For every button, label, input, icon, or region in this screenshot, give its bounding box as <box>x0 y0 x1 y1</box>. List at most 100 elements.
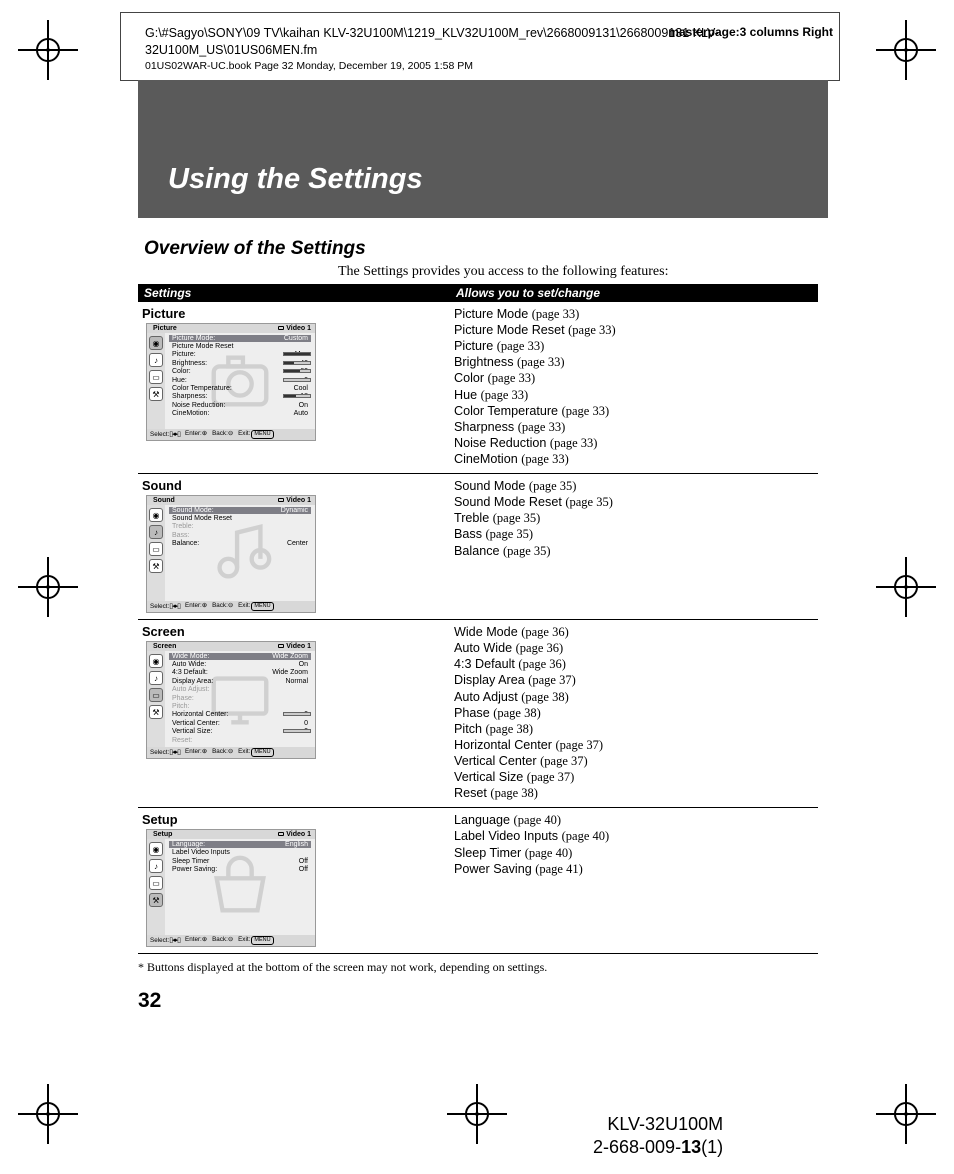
osd-source: Video 1 <box>278 643 311 650</box>
osd-row-label: Brightness: <box>172 360 207 368</box>
feature-item: CineMotion (page 33) <box>454 451 814 467</box>
page-number: 32 <box>138 989 828 1013</box>
osd-row-label: Reset: <box>172 737 192 745</box>
osd-row-label: Balance: <box>172 540 199 548</box>
chapter-banner: Using the Settings <box>138 80 828 218</box>
doc-number: 2-668-009-13(1) <box>593 1136 723 1159</box>
osd-row-label: Auto Wide: <box>172 661 206 669</box>
osd-tab-icon: ◉ <box>149 508 163 522</box>
page-ref: (page 33) <box>481 388 529 402</box>
osd-row: Color:60 <box>169 368 311 376</box>
feature-label: Picture Mode Reset <box>454 323 565 337</box>
settings-cell: Setup Setup Video 1 ◉♪▭⚒ Language:Englis… <box>138 808 450 954</box>
feature-item: Label Video Inputs (page 40) <box>454 828 814 844</box>
osd-tab-icon: ◉ <box>149 654 163 668</box>
osd-tab-icon: ♪ <box>149 353 163 367</box>
osd-row-label: Sharpness: <box>172 393 207 401</box>
osd-screenshot: Sound Video 1 ◉♪▭⚒ Sound Mode:Dynamic So… <box>146 495 316 613</box>
osd-row-label: Vertical Center: <box>172 720 220 728</box>
osd-row: Sleep TimerOff <box>169 858 311 866</box>
page-ref: (page 33) <box>550 436 598 450</box>
osd-row: Picture:Max <box>169 351 311 359</box>
page-ref: (page 33) <box>521 452 569 466</box>
osd-panel: Sound Mode:Dynamic Sound Mode ResetTrebl… <box>165 505 315 601</box>
features-cell: Language (page 40)Label Video Inputs (pa… <box>450 808 818 954</box>
osd-row-label: Picture: <box>172 351 196 359</box>
osd-row-value: 0 <box>304 720 308 728</box>
osd-title: Setup <box>153 831 172 838</box>
osd-screenshot: Picture Video 1 ◉♪▭⚒ Picture Mode:Custom… <box>146 323 316 441</box>
feature-label: Label Video Inputs <box>454 829 558 843</box>
osd-row-label: Bass: <box>172 532 190 540</box>
setting-name: Picture <box>142 306 446 321</box>
feature-item: Sharpness (page 33) <box>454 419 814 435</box>
feature-item: Color (page 33) <box>454 370 814 386</box>
feature-item: Noise Reduction (page 33) <box>454 435 814 451</box>
features-cell: Sound Mode (page 35)Sound Mode Reset (pa… <box>450 474 818 620</box>
osd-highlight-row: Wide Mode:Wide Zoom <box>169 653 311 660</box>
page-ref: (page 37) <box>540 754 588 768</box>
osd-titlebar: Sound Video 1 <box>147 496 315 505</box>
osd-row-label: Color: <box>172 368 191 376</box>
feature-item: Vertical Size (page 37) <box>454 769 814 785</box>
osd-highlight-row: Picture Mode:Custom <box>169 335 311 342</box>
osd-row-label: 4:3 Default: <box>172 669 208 677</box>
osd-row-label: Power Saving: <box>172 866 217 874</box>
col-header-allows: Allows you to set/change <box>450 284 818 302</box>
crop-mark-icon <box>894 1102 918 1126</box>
feature-label: Color <box>454 371 484 385</box>
crop-mark-icon <box>36 38 60 62</box>
feature-label: Sleep Timer <box>454 846 521 860</box>
osd-tab-icon: ⚒ <box>149 559 163 573</box>
feature-label: Bass <box>454 527 482 541</box>
osd-tab-icon: ◉ <box>149 336 163 350</box>
page-ref: (page 40) <box>562 829 610 843</box>
crop-mark-icon <box>36 575 60 599</box>
osd-screenshot: Screen Video 1 ◉♪▭⚒ Wide Mode:Wide Zoom … <box>146 641 316 759</box>
feature-label: Power Saving <box>454 862 532 876</box>
osd-tab-icon: ⚒ <box>149 387 163 401</box>
feature-item: Sound Mode (page 35) <box>454 478 814 494</box>
feature-label: Vertical Center <box>454 754 537 768</box>
osd-row-label: Horizontal Center: <box>172 711 228 719</box>
osd-row: Hue:0 <box>169 377 311 385</box>
osd-panel: Language:English Label Video InputsSleep… <box>165 839 315 935</box>
feature-item: Color Temperature (page 33) <box>454 403 814 419</box>
feature-item: Sleep Timer (page 40) <box>454 845 814 861</box>
osd-tab-icon: ◉ <box>149 842 163 856</box>
page-ref: (page 33) <box>532 307 580 321</box>
page-ref: (page 40) <box>514 813 562 827</box>
section-title: Overview of the Settings <box>144 238 828 260</box>
crop-mark-icon <box>465 1102 489 1126</box>
feature-label: Vertical Size <box>454 770 523 784</box>
page-ref: (page 38) <box>493 706 541 720</box>
feature-item: Pitch (page 38) <box>454 721 814 737</box>
page-ref: (page 36) <box>516 641 564 655</box>
osd-tabstrip: ◉♪▭⚒ <box>147 839 165 935</box>
feature-item: Sound Mode Reset (page 35) <box>454 494 814 510</box>
feature-label: Display Area <box>454 673 525 687</box>
page-ref: (page 33) <box>488 371 536 385</box>
feature-item: Phase (page 38) <box>454 705 814 721</box>
crop-mark-icon <box>36 1102 60 1126</box>
osd-row: Power Saving:Off <box>169 866 311 874</box>
page-ref: (page 40) <box>525 846 573 860</box>
feature-label: Reset <box>454 786 487 800</box>
page-ref: (page 35) <box>503 544 551 558</box>
input-icon <box>278 644 284 648</box>
page-ref: (page 37) <box>528 673 576 687</box>
page-ref: (page 35) <box>529 479 577 493</box>
table-row: Setup Setup Video 1 ◉♪▭⚒ Language:Englis… <box>138 808 818 954</box>
osd-row: Color Temperature:Cool <box>169 385 311 393</box>
osd-row-label: Auto Adjust: <box>172 686 209 694</box>
feature-label: Balance <box>454 544 500 558</box>
osd-panel: Picture Mode:Custom Picture Mode ResetPi… <box>165 333 315 429</box>
feature-label: Wide Mode <box>454 625 518 639</box>
feature-item: Treble (page 35) <box>454 510 814 526</box>
osd-row: Auto Wide:On <box>169 661 311 669</box>
osd-row: Label Video Inputs <box>169 849 311 857</box>
crop-mark-icon <box>894 38 918 62</box>
doc-footer: KLV-32U100M 2-668-009-13(1) <box>593 1113 723 1158</box>
feature-item: Brightness (page 33) <box>454 354 814 370</box>
features-cell: Wide Mode (page 36)Auto Wide (page 36)4:… <box>450 620 818 808</box>
